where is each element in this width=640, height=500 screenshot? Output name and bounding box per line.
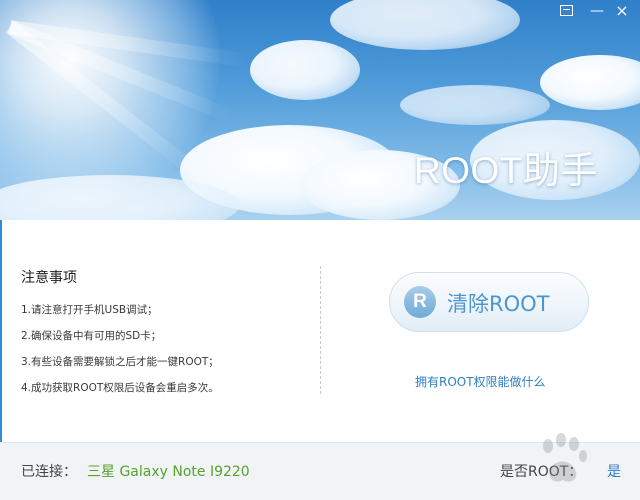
- root-status-label: 是否ROOT：: [500, 464, 583, 480]
- notes-item: 4.成功获取ROOT权限后设备会重启多次。: [21, 382, 219, 394]
- menu-icon[interactable]: [555, 0, 577, 22]
- root-r-icon: R: [404, 286, 436, 318]
- cloud: [330, 0, 520, 50]
- cloud: [250, 40, 360, 100]
- notes-list: 1.请注意打开手机USB调试； 2.确保设备中有可用的SD卡； 3.有些设备需要…: [21, 302, 219, 406]
- root-status-value[interactable]: 是: [607, 461, 621, 481]
- clear-root-label: 清除ROOT: [447, 292, 550, 316]
- vertical-divider: [320, 266, 321, 394]
- device-name: 三星 Galaxy Note I9220: [87, 464, 250, 480]
- connected-label: 已连接：: [21, 464, 77, 480]
- window-edge: [0, 220, 2, 442]
- root-info-link[interactable]: 拥有ROOT权限能做什么: [415, 373, 546, 390]
- clear-root-button[interactable]: R 清除ROOT: [389, 272, 589, 332]
- notes-item: 1.请注意打开手机USB调试；: [21, 304, 158, 316]
- cloud: [540, 55, 640, 110]
- close-button[interactable]: ×: [611, 0, 633, 22]
- status-bar: 已连接： 三星 Galaxy Note I9220 是否ROOT： 是: [0, 442, 640, 500]
- notes-item: 3.有些设备需要解锁之后才能一键ROOT；: [21, 356, 219, 368]
- minimize-button[interactable]: —: [586, 0, 608, 22]
- header-banner: ROOT助手 — ×: [0, 0, 640, 220]
- cloud: [400, 85, 550, 125]
- app-title: ROOT助手: [414, 150, 598, 191]
- notes-title: 注意事项: [21, 270, 77, 286]
- notes-item: 2.确保设备中有可用的SD卡；: [21, 330, 162, 342]
